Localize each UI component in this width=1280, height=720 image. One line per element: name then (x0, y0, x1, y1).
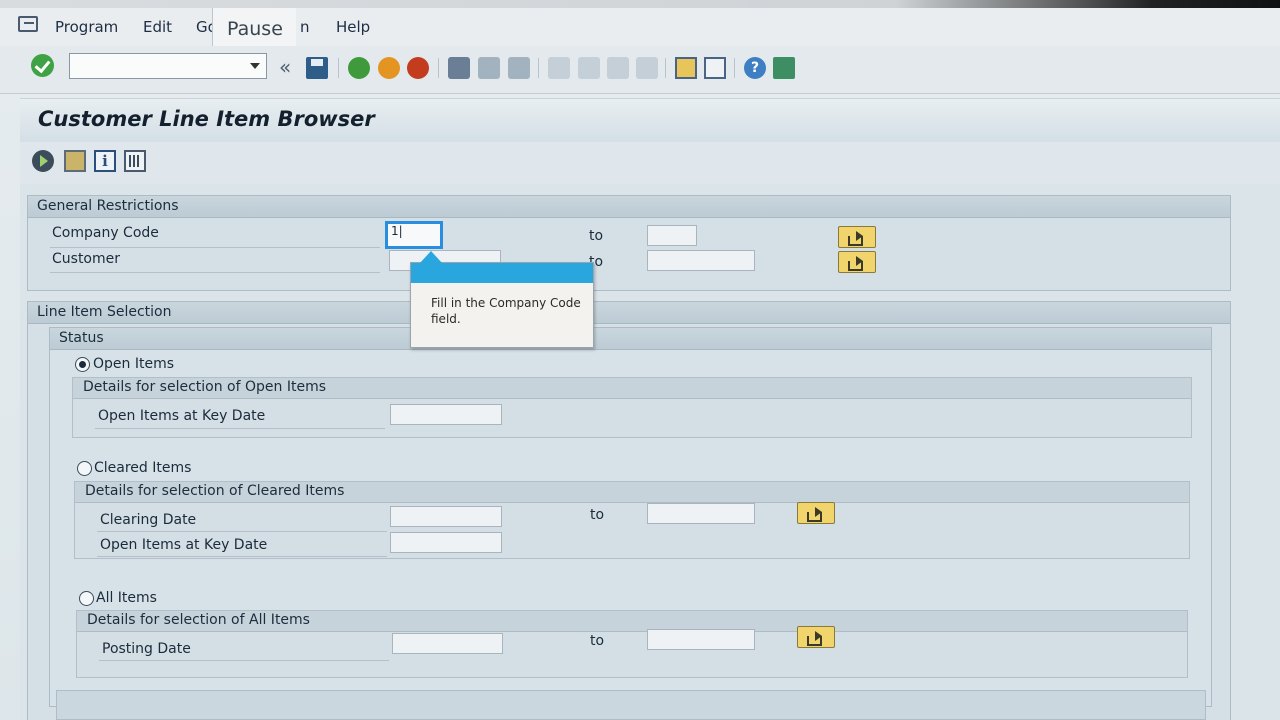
video-pause-overlay: Pause (212, 8, 296, 48)
open-items-key-date-label: Open Items at Key Date (98, 408, 266, 424)
cleared-key-date-label: Open Items at Key Date (100, 537, 268, 553)
field-hint-tooltip: Fill in the Company Code field. (410, 251, 594, 348)
shortcut-icon[interactable] (704, 57, 726, 79)
chevron-down-icon[interactable] (250, 63, 260, 69)
open-items-key-date-input[interactable] (390, 404, 502, 425)
open-items-details-header: Details for selection of Open Items (73, 378, 1191, 399)
title-bar: Customer Line Item Browser (20, 98, 1280, 142)
previous-page-icon[interactable] (578, 57, 600, 79)
group-header: Line Item Selection (28, 302, 1230, 324)
execute-icon[interactable] (32, 150, 54, 172)
application-toolbar: i (20, 142, 1280, 184)
back-history-icon[interactable]: « (279, 55, 291, 79)
cleared-items-radio[interactable] (77, 461, 92, 476)
first-page-icon[interactable] (548, 57, 570, 79)
status-header: Status (50, 328, 1211, 350)
open-items-radio[interactable] (75, 357, 90, 372)
company-code-multiple-selection-button[interactable] (838, 226, 876, 248)
tooltip-header-bar (411, 263, 593, 283)
company-code-input[interactable]: 1| (385, 221, 443, 249)
enter-check-icon[interactable] (31, 54, 54, 77)
all-items-details-header: Details for selection of All Items (77, 611, 1187, 632)
company-code-to-input[interactable] (647, 225, 697, 246)
menu-help[interactable]: Help (336, 18, 370, 36)
toolbar-separator (438, 58, 439, 78)
menu-edit[interactable]: Edit (143, 18, 172, 36)
toolbar-separator (538, 58, 539, 78)
customer-to-input[interactable] (647, 250, 755, 271)
cancel-icon[interactable] (407, 57, 429, 79)
back-icon[interactable] (348, 57, 370, 79)
toolbar-separator (665, 58, 666, 78)
cleared-items-label[interactable]: Cleared Items (94, 460, 191, 476)
menu-program[interactable]: Program (55, 18, 118, 36)
create-session-icon[interactable] (675, 57, 697, 79)
menu-bar: Program Edit Go n Help Pause (0, 8, 1280, 48)
to-label: to (590, 633, 605, 649)
all-items-radio[interactable] (79, 591, 94, 606)
to-label: to (589, 228, 604, 244)
all-items-label[interactable]: All Items (96, 590, 157, 606)
exit-icon[interactable] (378, 57, 400, 79)
toolbar-separator (734, 58, 735, 78)
label-underline (99, 660, 389, 661)
next-page-icon[interactable] (607, 57, 629, 79)
page-title: Customer Line Item Browser (38, 107, 375, 131)
group-header: General Restrictions (28, 196, 1230, 218)
get-variant-icon[interactable] (64, 150, 86, 172)
find-next-icon[interactable] (508, 57, 530, 79)
company-code-label: Company Code (52, 225, 159, 241)
menu-environment[interactable]: n (300, 18, 310, 36)
label-underline (50, 272, 380, 273)
general-restrictions-group: General Restrictions (27, 195, 1231, 291)
clearing-date-multiple-selection-button[interactable] (797, 502, 835, 524)
save-icon[interactable] (306, 57, 328, 79)
clearing-date-to-input[interactable] (647, 503, 755, 524)
clearing-date-label: Clearing Date (100, 512, 197, 528)
all-items-details-group: Details for selection of All Items (76, 610, 1188, 678)
customer-label: Customer (52, 251, 121, 267)
find-icon[interactable] (478, 57, 500, 79)
next-group-edge (56, 690, 1206, 720)
command-field[interactable] (69, 53, 267, 79)
info-icon[interactable]: i (94, 150, 116, 172)
posting-date-to-input[interactable] (647, 629, 755, 650)
screen-top-edge (0, 0, 1280, 8)
dynamic-selections-icon[interactable] (124, 150, 146, 172)
system-menu-icon[interactable] (18, 16, 38, 32)
cleared-key-date-input[interactable] (390, 532, 502, 553)
customer-multiple-selection-button[interactable] (838, 251, 876, 273)
label-underline (95, 428, 385, 429)
layout-settings-icon[interactable] (773, 57, 795, 79)
to-label: to (590, 507, 605, 523)
tooltip-text: Fill in the Company Code field. (431, 296, 581, 326)
last-page-icon[interactable] (636, 57, 658, 79)
cleared-items-details-header: Details for selection of Cleared Items (75, 482, 1189, 503)
label-underline (50, 247, 380, 248)
toolbar-separator (338, 58, 339, 78)
posting-date-multiple-selection-button[interactable] (797, 626, 835, 648)
label-underline (97, 531, 387, 532)
open-items-label[interactable]: Open Items (93, 356, 174, 372)
clearing-date-input[interactable] (390, 506, 502, 527)
posting-date-input[interactable] (392, 633, 503, 654)
standard-toolbar: « ? (0, 46, 1280, 94)
label-underline (97, 556, 387, 557)
print-icon[interactable] (448, 57, 470, 79)
help-icon[interactable]: ? (744, 57, 766, 79)
posting-date-label: Posting Date (102, 641, 191, 657)
